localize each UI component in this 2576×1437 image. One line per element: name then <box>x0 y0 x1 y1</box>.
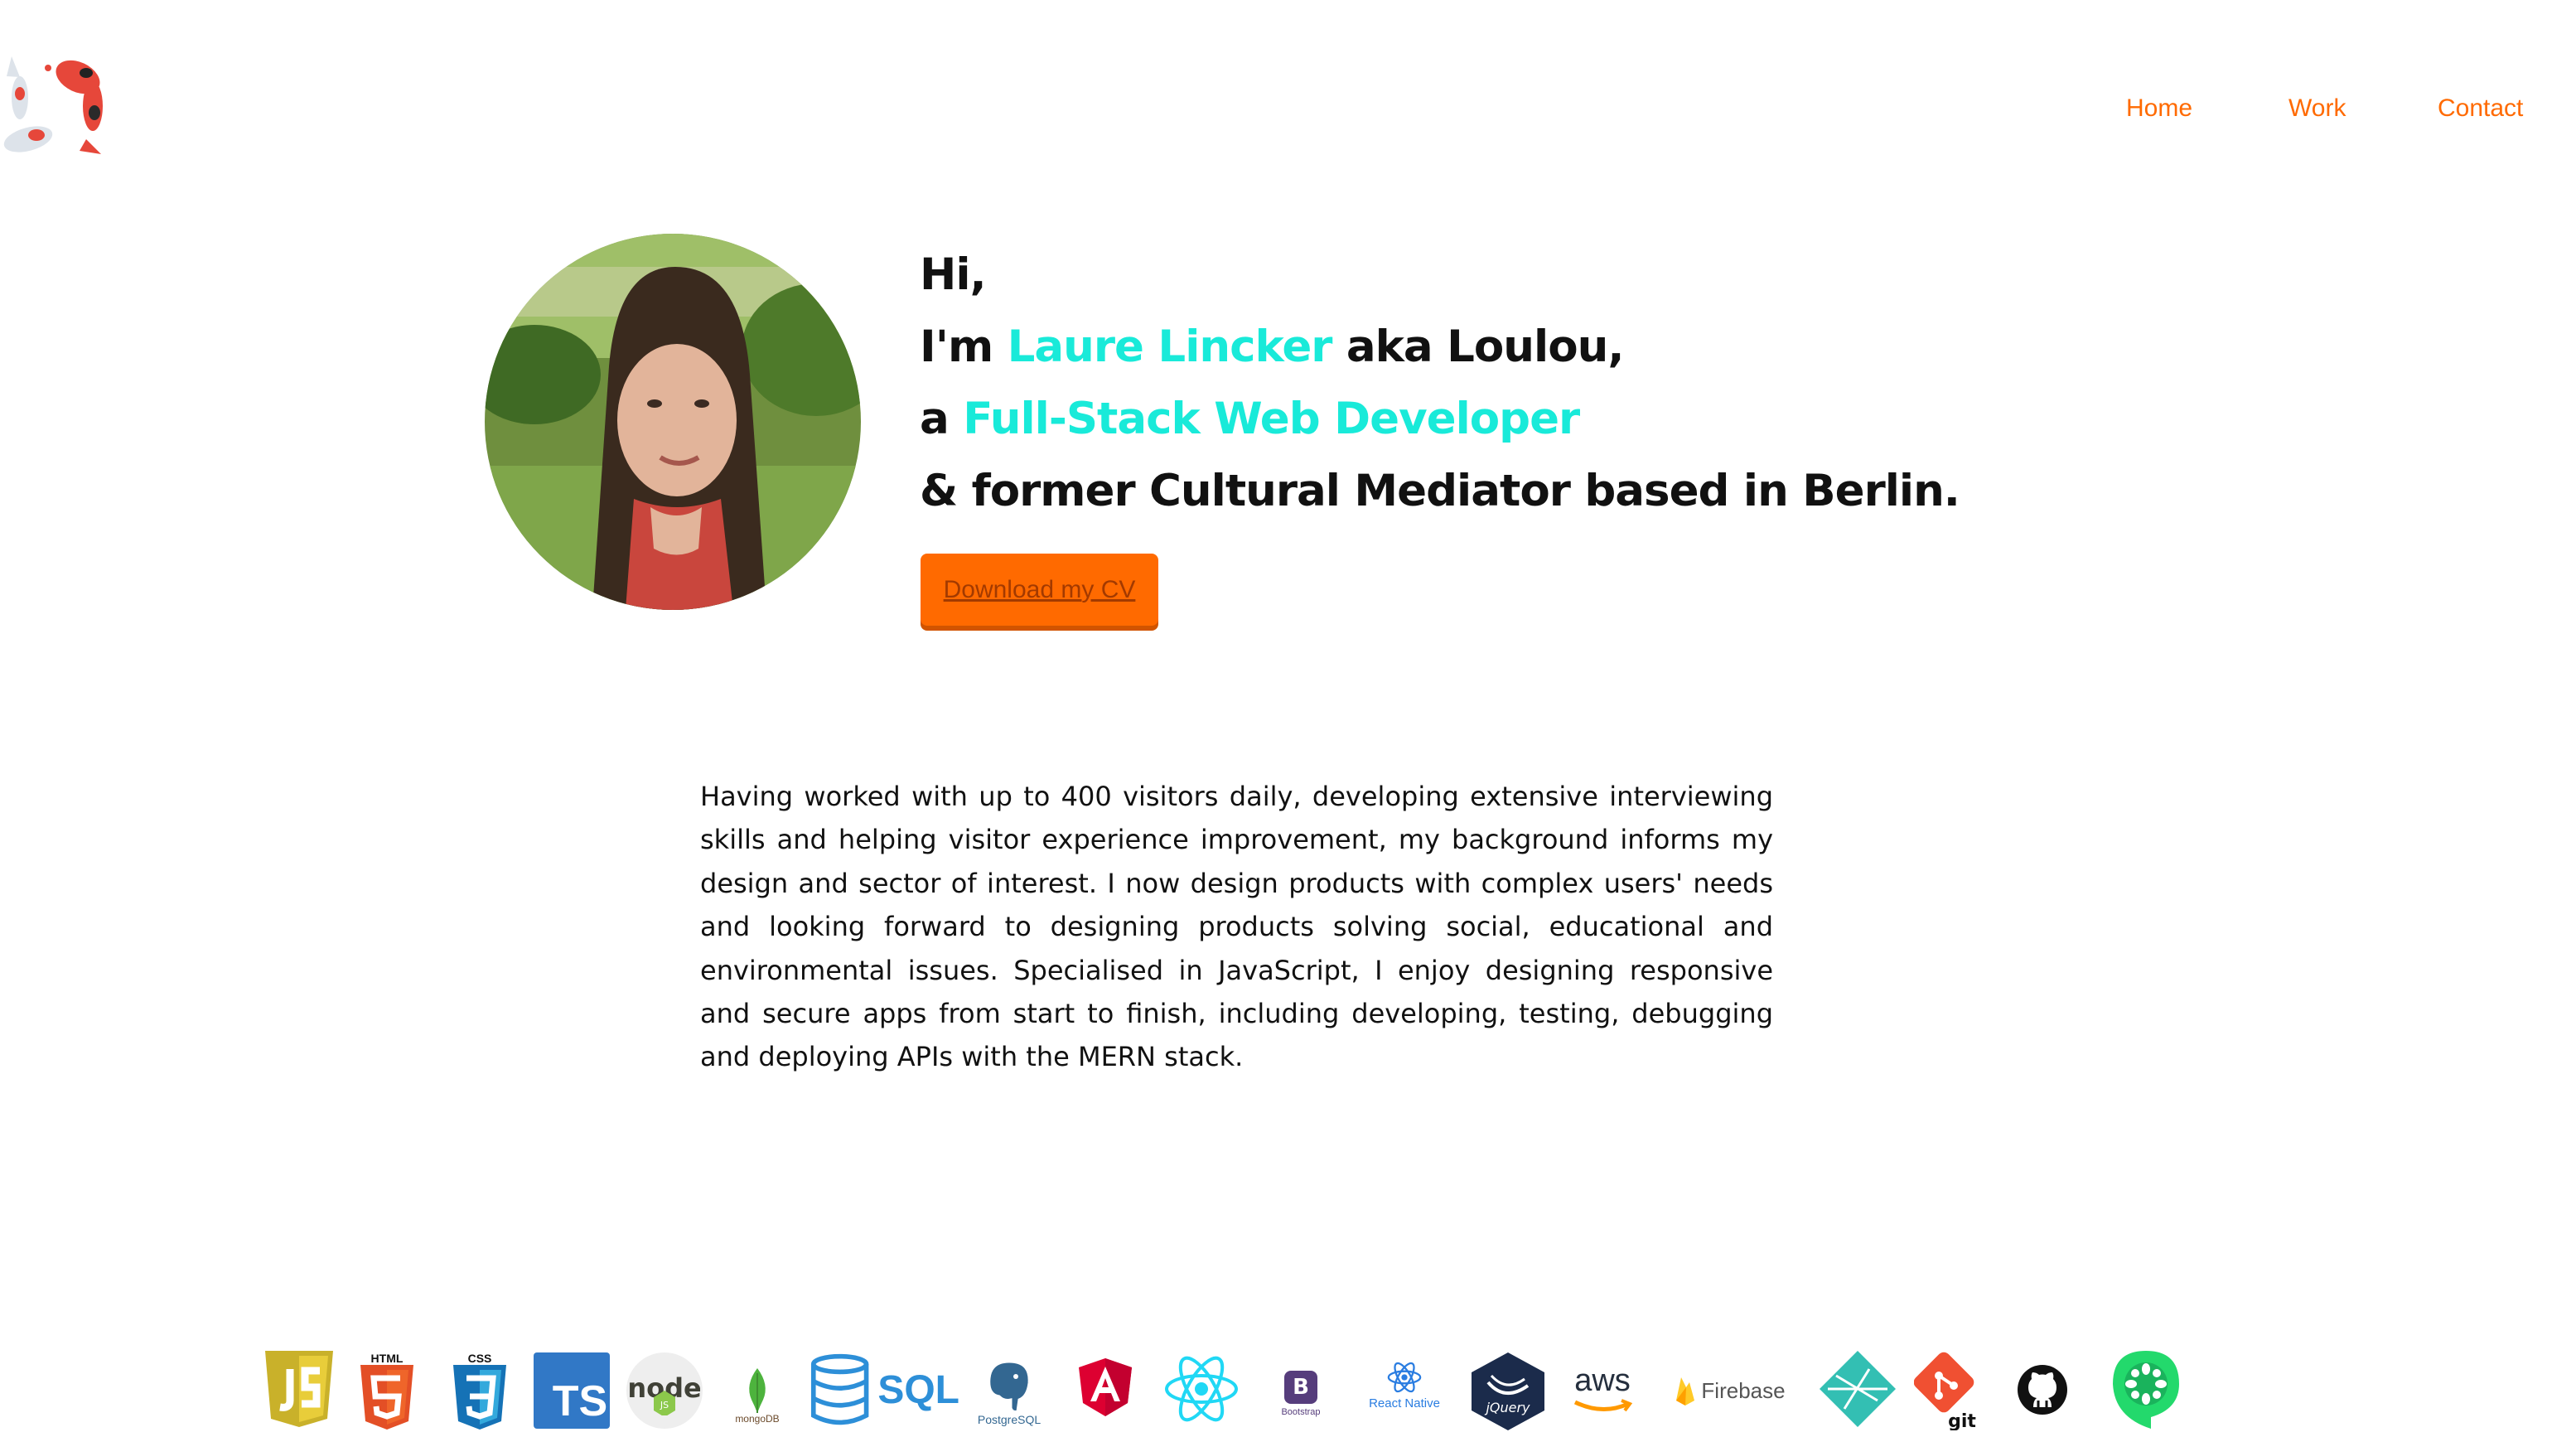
react-icon <box>1163 1354 1240 1424</box>
nav-home-link[interactable]: Home <box>2126 94 2192 123</box>
postgres-label: PostgreSQL <box>977 1413 1042 1426</box>
nav-work-link[interactable]: Work <box>2288 94 2346 123</box>
typescript-icon: TS <box>534 1352 610 1429</box>
react-native-label: React Native <box>1369 1396 1440 1410</box>
html5-icon: HTML <box>358 1351 416 1430</box>
hero-location-line: & former Cultural Mediator based in Berl… <box>920 466 1960 516</box>
aws-label: aws <box>1574 1362 1631 1398</box>
mongodb-icon: mongoDB <box>724 1359 790 1434</box>
profile-photo <box>485 234 861 610</box>
hero-role-line: a Full-Stack Web Developer <box>920 383 2080 455</box>
jquery-label: jQuery <box>1484 1400 1530 1415</box>
netlify-icon <box>1820 1351 1896 1427</box>
javascript-icon <box>265 1351 333 1427</box>
sql-label: SQL <box>877 1367 959 1412</box>
hero-greeting: Hi, <box>920 249 987 300</box>
nodejs-icon: node JS <box>626 1352 703 1429</box>
hero-role: Full-Stack Web Developer <box>963 394 1580 444</box>
hero-name-line: I'm Laure Lincker aka Loulou, <box>920 311 2080 383</box>
bootstrap-logo-mark: B <box>1284 1371 1317 1404</box>
git-icon: git <box>1914 1351 1982 1430</box>
react-native-icon: React Native <box>1359 1352 1450 1419</box>
nav-contact-link[interactable]: Contact <box>2438 94 2523 123</box>
cucumber-icon <box>2111 1349 2181 1429</box>
hero-intro: Hi, I'm Laure Lincker aka Loulou, a Full… <box>920 239 2080 527</box>
css-label: CSS <box>467 1352 492 1365</box>
tech-stack: HTML CSS TS node JS mongoDB SQL PostgreS… <box>0 1341 2576 1432</box>
angular-icon <box>1079 1357 1132 1417</box>
ts-label: TS <box>552 1377 608 1425</box>
aws-icon: aws <box>1568 1359 1637 1417</box>
download-cv-button[interactable]: Download my CV <box>921 554 1158 626</box>
github-icon <box>2017 1364 2068 1415</box>
bootstrap-label: Bootstrap <box>1281 1407 1321 1417</box>
mongodb-label: mongoDB <box>735 1413 780 1425</box>
firebase-icon: Firebase <box>1672 1367 1788 1414</box>
hero-name: Laure Lincker <box>1007 322 1333 372</box>
bootstrap-icon: B Bootstrap <box>1268 1362 1334 1425</box>
main-nav: Home Work Contact <box>0 94 2576 128</box>
postgresql-icon: PostgreSQL <box>971 1352 1047 1432</box>
sql-icon: SQL <box>810 1351 959 1429</box>
svg-text:JS: JS <box>660 1400 669 1410</box>
hero-name-suffix: aka Loulou, <box>1331 322 1625 372</box>
hero-name-prefix: I'm <box>920 322 1008 372</box>
html-label: HTML <box>370 1352 404 1365</box>
jquery-icon: jQuery <box>1472 1352 1544 1430</box>
hero-role-prefix: a <box>920 394 964 444</box>
css3-icon: CSS <box>451 1351 509 1430</box>
bio-paragraph: Having worked with up to 400 visitors da… <box>700 781 1773 1073</box>
firebase-label: Firebase <box>1701 1377 1786 1403</box>
git-label: git <box>1948 1411 1976 1430</box>
